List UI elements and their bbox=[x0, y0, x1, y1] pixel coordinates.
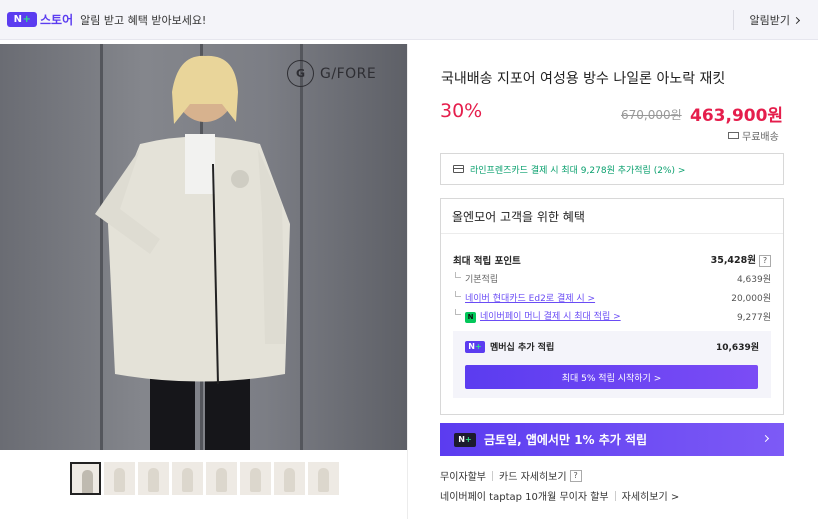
basic-points-value: 4,639원 bbox=[736, 275, 771, 285]
thumbnail-figure bbox=[216, 468, 227, 492]
help-icon[interactable]: ? bbox=[759, 255, 771, 267]
max-points-group: 35,428원? bbox=[711, 252, 771, 267]
help-icon[interactable]: ? bbox=[569, 469, 582, 482]
naver-plus-badge: N + bbox=[7, 12, 37, 27]
basic-points-row: 기본적립 4,639원 bbox=[453, 272, 771, 285]
divider bbox=[492, 470, 493, 481]
badge-n: N bbox=[468, 342, 475, 351]
card-details-link[interactable]: 카드 자세히보기 bbox=[499, 468, 567, 483]
installment-card-row: 무이자할부 카드 자세히보기 ? bbox=[440, 468, 582, 483]
top-banner: N + 스토어 알림 받고 혜택 받아보세요! 알림받기 bbox=[0, 0, 818, 40]
naver-plus-badge: N + bbox=[465, 340, 485, 353]
thumbnail-figure bbox=[318, 468, 329, 492]
brand-mark: G bbox=[287, 60, 314, 87]
brand-logo: G G/FORE bbox=[287, 60, 376, 87]
app-promo-text: 금토일, 앱에서만 1% 추가 적립 bbox=[484, 433, 648, 447]
naver-plus-store-logo[interactable]: N + 스토어 bbox=[7, 11, 73, 28]
installment-taptap-row: 네이버페이 taptap 10개월 무이자 할부 자세히보기 > bbox=[440, 488, 679, 503]
benefit-heading: 올엔모어 고객을 위한 혜택 bbox=[441, 199, 783, 234]
thumbnail-figure bbox=[82, 470, 93, 493]
thumbnail-8[interactable] bbox=[308, 462, 339, 495]
badge-plus: + bbox=[475, 342, 482, 351]
thumbnail-figure bbox=[182, 468, 193, 492]
taptap-installment-label: 네이버페이 taptap 10개월 무이자 할부 bbox=[440, 492, 609, 503]
max-points-label: 최대 적립 포인트 bbox=[453, 255, 521, 267]
shipping-label: 무료배송 bbox=[742, 132, 779, 143]
badge-n: N bbox=[13, 14, 22, 25]
credit-card-icon bbox=[453, 165, 464, 173]
thumbnail-7[interactable] bbox=[274, 462, 305, 495]
thumbnail-2[interactable] bbox=[104, 462, 135, 495]
thumbnail-5[interactable] bbox=[206, 462, 237, 495]
thumbnail-figure bbox=[114, 468, 125, 492]
thumbnail-3[interactable] bbox=[138, 462, 169, 495]
thumbnail-figure bbox=[148, 468, 159, 492]
store-name: 스토어 bbox=[40, 13, 74, 27]
installment-label: 무이자할부 bbox=[440, 472, 486, 483]
thumbnail-1[interactable] bbox=[70, 462, 101, 495]
sale-price: 463,900원 bbox=[690, 106, 784, 126]
membership-row: N + 멤버십 추가 적립 10,639원 bbox=[465, 340, 759, 353]
discount-rate: 30% bbox=[440, 100, 483, 122]
brand-name: G/FORE bbox=[320, 65, 377, 82]
divider bbox=[614, 490, 616, 501]
thumbnail-6[interactable] bbox=[240, 462, 271, 495]
hyundai-card-row: 네이버 현대카드 Ed2로 결제 시 > 20,000원 bbox=[453, 291, 771, 304]
truck-icon bbox=[728, 132, 739, 139]
original-price: 670,000원 bbox=[621, 108, 682, 122]
hyundai-card-link[interactable]: 네이버 현대카드 Ed2로 결제 시 > bbox=[465, 294, 595, 304]
alarm-label: 알림받기 bbox=[749, 14, 790, 27]
naver-pay-icon: N bbox=[465, 312, 476, 323]
thumbnail-strip bbox=[70, 462, 339, 495]
max-points-row: 최대 적립 포인트 35,428원? bbox=[453, 252, 771, 267]
model-figure bbox=[95, 55, 290, 450]
badge-plus: + bbox=[465, 435, 472, 444]
card-offer-text: 라인프렌즈카드 결제 시 최대 9,278원 추가적립 (2%) > bbox=[470, 165, 686, 176]
hyundai-card-value: 20,000원 bbox=[731, 294, 771, 304]
membership-label: 멤버십 추가 적립 bbox=[490, 343, 555, 353]
app-promo-banner[interactable]: N + 금토일, 앱에서만 1% 추가 적립 bbox=[440, 423, 784, 456]
membership-value: 10,639원 bbox=[715, 343, 759, 353]
badge-plus: + bbox=[22, 14, 31, 25]
alarm-subscribe-button[interactable]: 알림받기 bbox=[749, 12, 801, 28]
chevron-right-icon bbox=[761, 434, 770, 443]
badge-n: N bbox=[458, 435, 465, 444]
thumbnail-figure bbox=[284, 468, 295, 492]
product-main-image[interactable]: G G/FORE bbox=[0, 44, 407, 450]
hyundai-card-label-wrap: 네이버 현대카드 Ed2로 결제 시 > bbox=[453, 291, 595, 304]
npay-money-label-wrap: N 네이버페이 머니 결제 시 최대 적립 > bbox=[453, 309, 621, 323]
npay-money-value: 9,277원 bbox=[736, 312, 771, 323]
divider bbox=[733, 10, 734, 30]
max-points-value: 35,428원 bbox=[710, 255, 756, 266]
column-divider bbox=[407, 44, 408, 519]
npay-money-link[interactable]: 네이버페이 머니 결제 시 최대 적립 > bbox=[480, 312, 621, 322]
membership-start-button[interactable]: 최대 5% 적립 시작하기 > bbox=[465, 365, 758, 389]
notification-notice: 알림 받고 혜택 받아보세요! bbox=[80, 13, 207, 27]
membership-label-wrap: N + 멤버십 추가 적립 bbox=[465, 340, 554, 353]
thumbnail-4[interactable] bbox=[172, 462, 203, 495]
benefit-box: 올엔모어 고객을 위한 혜택 최대 적립 포인트 35,428원? 기본적립 4… bbox=[440, 198, 784, 415]
basic-points-label: 기본적립 bbox=[453, 272, 498, 285]
thumbnail-figure bbox=[250, 468, 261, 492]
taptap-details-link[interactable]: 자세히보기 > bbox=[622, 488, 680, 503]
product-title: 국내배송 지포어 여성용 방수 나일론 아노락 재킷 bbox=[441, 71, 726, 87]
card-offer-banner[interactable]: 라인프렌즈카드 결제 시 최대 9,278원 추가적립 (2%) > bbox=[440, 153, 784, 185]
shipping-info: 무료배송 bbox=[728, 128, 779, 143]
npay-money-row: N 네이버페이 머니 결제 시 최대 적립 > 9,277원 bbox=[453, 309, 771, 323]
chevron-right-icon bbox=[792, 16, 801, 24]
naver-plus-badge: N + bbox=[454, 432, 476, 447]
membership-panel: N + 멤버십 추가 적립 10,639원 최대 5% 적립 시작하기 > bbox=[453, 331, 771, 398]
